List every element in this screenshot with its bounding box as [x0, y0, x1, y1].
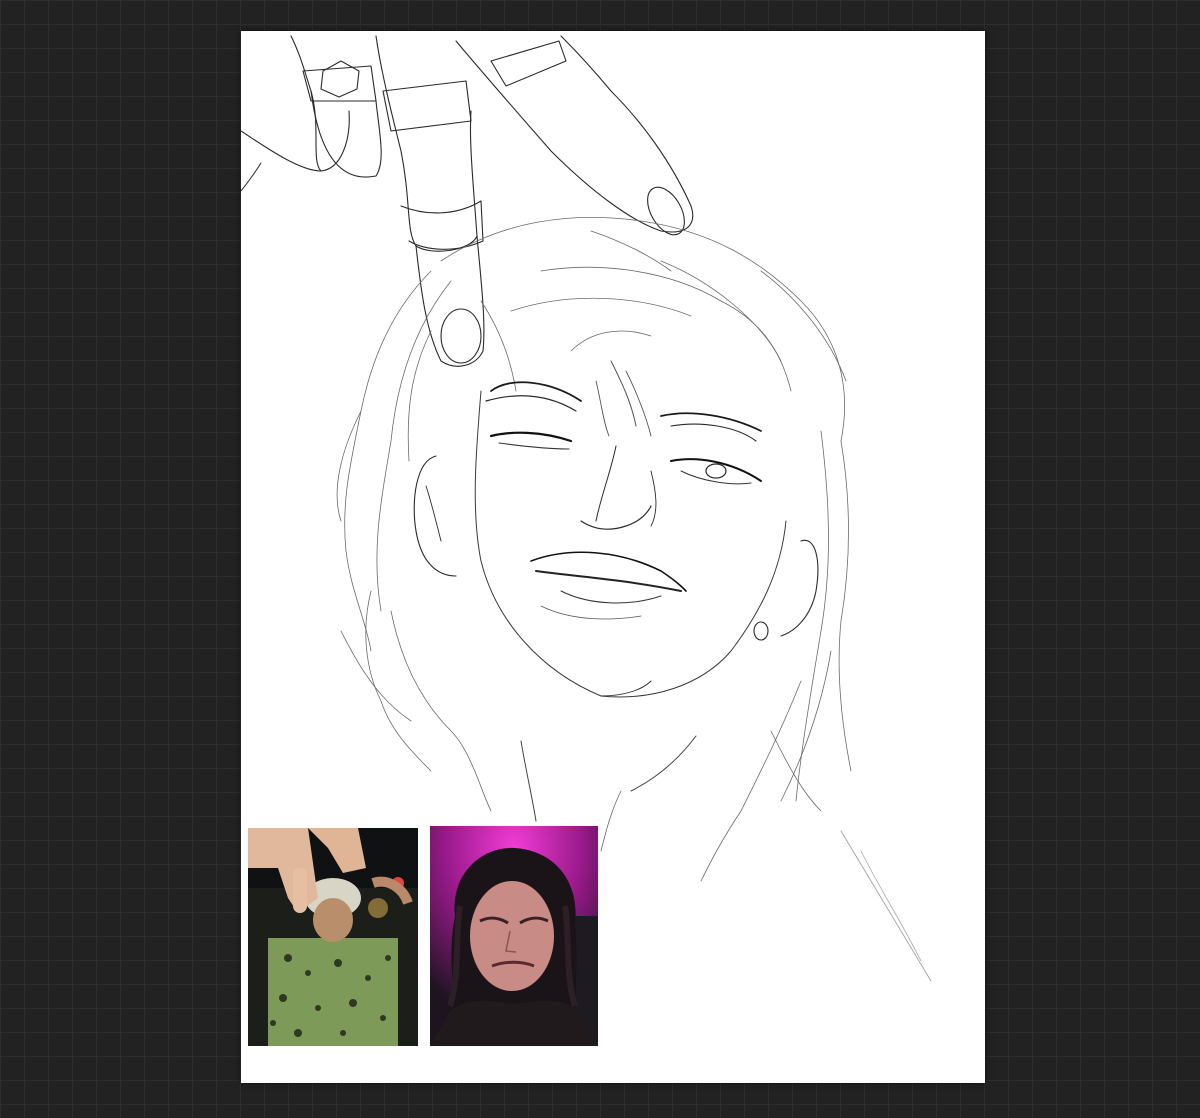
- reference-photo-1[interactable]: [248, 828, 418, 1046]
- reference-photo-1-image: [248, 828, 418, 1046]
- drawing-workspace[interactable]: [0, 0, 1200, 1118]
- reference-photo-2[interactable]: [430, 826, 598, 1046]
- drawing-canvas[interactable]: [241, 31, 985, 1083]
- reference-photo-2-image: [430, 826, 598, 1046]
